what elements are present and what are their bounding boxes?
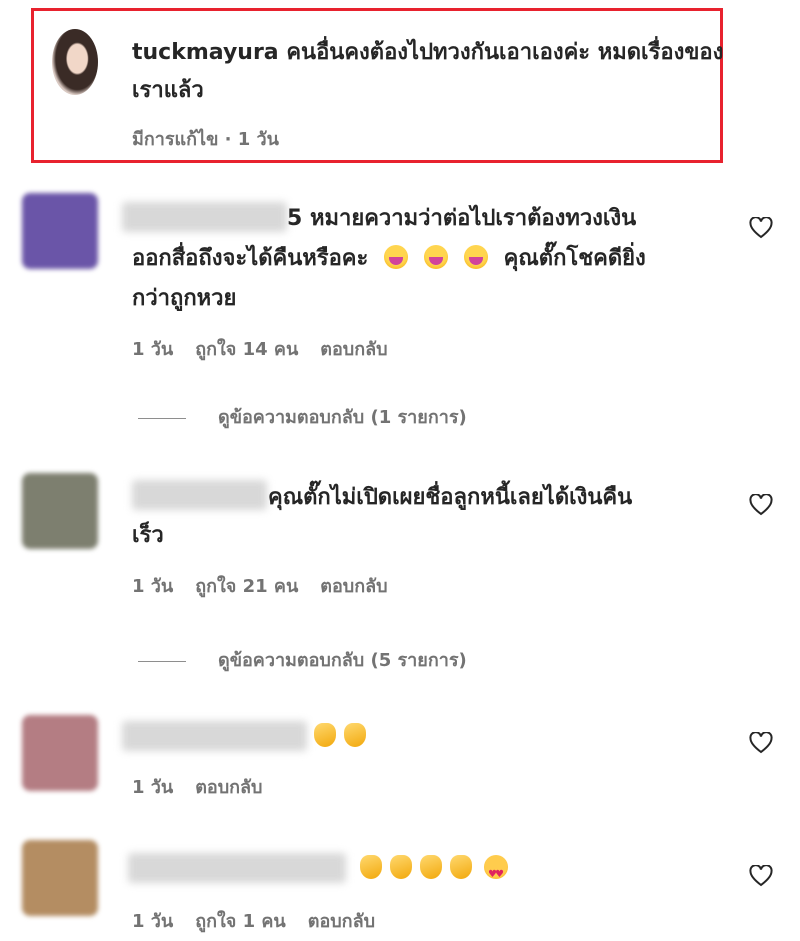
avatar[interactable]	[52, 29, 98, 95]
like-count[interactable]: ถูกใจ 14 คน	[195, 339, 298, 360]
heart-outline-icon[interactable]	[749, 217, 773, 239]
comment-text-line: ออกสื่อถึงจะได้คืนหรือคะ คุณตั๊กโชคดียิ่…	[132, 240, 732, 278]
username-fragment: 5	[287, 206, 303, 231]
view-replies-button[interactable]: ดูข้อความตอบกลับ (5 รายการ)	[138, 645, 467, 674]
clapping-hands-icon	[314, 723, 336, 747]
heart-outline-icon[interactable]	[749, 865, 773, 887]
comment-meta: 1 วัน ถูกใจ 21 คน ตอบกลับ	[132, 571, 410, 600]
comment-time: 1 วัน	[132, 576, 174, 597]
reply-button[interactable]: ตอบกลับ	[320, 576, 387, 597]
blurred-username	[122, 721, 307, 751]
comment-time: 1 วัน	[132, 777, 174, 798]
grinning-face-icon	[424, 245, 448, 269]
comment-body: เร็ว	[132, 523, 164, 548]
comment-text: tuckmayura คนอื่นคงต้องไปทวงกันเอาเองค่ะ…	[132, 34, 732, 110]
heart-outline-icon[interactable]	[749, 494, 773, 516]
comment-text-line: เร็ว	[132, 517, 164, 555]
like-count[interactable]: ถูกใจ 1 คน	[195, 911, 286, 932]
clapping-hands-icon	[450, 855, 472, 879]
reply-button[interactable]: ตอบกลับ	[320, 339, 387, 360]
comment-body: หมายความว่าต่อไปเราต้องทวงเงิน	[302, 206, 637, 231]
comment-meta: 1 วัน ถูกใจ 14 คน ตอบกลับ	[132, 334, 410, 363]
edited-timestamp: มีการแก้ไข · 1 วัน	[132, 129, 279, 150]
reply-button[interactable]: ตอบกลับ	[195, 777, 262, 798]
like-count[interactable]: ถูกใจ 21 คน	[195, 576, 298, 597]
view-replies-label: ดูข้อความตอบกลับ (5 รายการ)	[218, 650, 467, 671]
heart-outline-icon[interactable]	[749, 732, 773, 754]
avatar[interactable]	[22, 840, 98, 916]
comment-text	[356, 850, 516, 894]
comment-meta: มีการแก้ไข · 1 วัน	[132, 124, 301, 153]
avatar[interactable]	[22, 193, 98, 269]
comment-username[interactable]: tuckmayura	[132, 40, 279, 65]
comment-body: คุณตั๊กไม่เปิดเผยชื่อลูกหนี้เลยได้เงินคื…	[268, 485, 633, 510]
heart-eyes-face-icon	[484, 855, 508, 894]
blurred-username	[122, 202, 287, 232]
blurred-username	[128, 853, 346, 883]
comment-body: กว่าถูกหวย	[132, 286, 237, 311]
reply-button[interactable]: ตอบกลับ	[308, 911, 375, 932]
clapping-hands-icon	[360, 855, 382, 879]
blurred-username	[132, 480, 267, 510]
comment-text	[310, 718, 370, 756]
comment-time: 1 วัน	[132, 911, 174, 932]
clapping-hands-icon	[344, 723, 366, 747]
view-replies-label: ดูข้อความตอบกลับ (1 รายการ)	[218, 407, 467, 428]
clapping-hands-icon	[420, 855, 442, 879]
comment-text-line: กว่าถูกหวย	[132, 280, 236, 318]
avatar[interactable]	[22, 715, 98, 791]
comment-text: คุณตั๊กไม่เปิดเผยชื่อลูกหนี้เลยได้เงินคื…	[268, 479, 738, 517]
comment-meta: 1 วัน ถูกใจ 1 คน ตอบกลับ	[132, 906, 397, 935]
view-replies-button[interactable]: ดูข้อความตอบกลับ (1 รายการ)	[138, 402, 467, 431]
comment-body: ออกสื่อถึงจะได้คืนหรือคะ	[132, 246, 369, 271]
comment-time: 1 วัน	[132, 339, 174, 360]
clapping-hands-icon	[390, 855, 412, 879]
avatar[interactable]	[22, 473, 98, 549]
replies-divider	[138, 660, 186, 662]
replies-divider	[138, 417, 186, 419]
comment-meta: 1 วัน ตอบกลับ	[132, 772, 284, 801]
comment-text: 5 หมายความว่าต่อไปเราต้องทวงเงิน	[287, 200, 727, 238]
grinning-face-icon	[464, 245, 488, 269]
comment-body: คุณตั๊กโชคดียิ่ง	[503, 246, 646, 271]
grinning-face-icon	[384, 245, 408, 269]
